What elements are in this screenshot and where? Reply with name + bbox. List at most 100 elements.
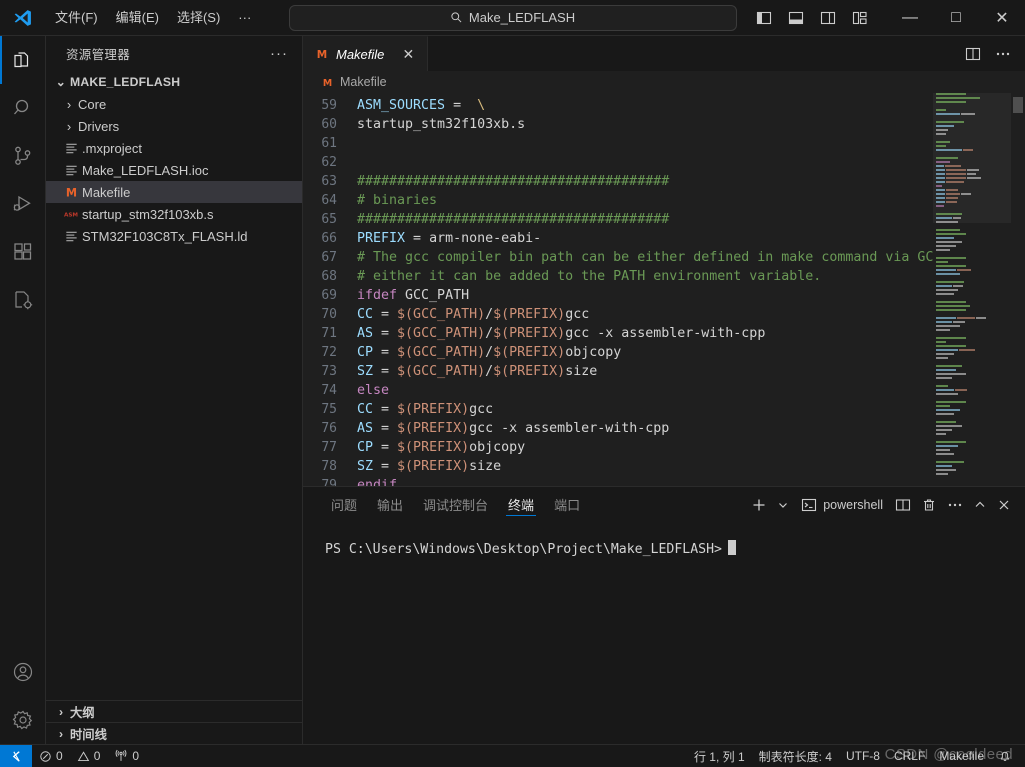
code-line[interactable]: 59 ASM_SOURCES = \	[303, 96, 1025, 115]
tree-item-label: Drivers	[78, 118, 120, 134]
cursor-position[interactable]: 行 1, 列 1	[687, 745, 752, 767]
code-line[interactable]: 63 ######################################…	[303, 172, 1025, 191]
code-line[interactable]: 76 AS = $(PREFIX)gcc -x assembler-with-cp…	[303, 419, 1025, 438]
activity-item-manage[interactable]	[0, 696, 46, 744]
code-line[interactable]: 60 startup_stm32f103xb.s	[303, 115, 1025, 134]
new-terminal-button[interactable]	[747, 492, 771, 518]
tree-item-label: Makefile	[82, 184, 131, 200]
split-editor-icon[interactable]	[959, 40, 987, 68]
close-icon[interactable]: ✕	[399, 45, 417, 63]
timeline-section[interactable]: › 时间线	[46, 722, 302, 744]
indentation[interactable]: 制表符长度: 4	[752, 745, 839, 767]
split-terminal-icon[interactable]	[891, 492, 915, 518]
code-line[interactable]: 66 PREFIX = arm-none-eabi-	[303, 229, 1025, 248]
activity-item-cpp-config[interactable]	[0, 276, 46, 324]
menu-more[interactable]: ···	[229, 5, 260, 31]
activity-item-search[interactable]	[0, 84, 46, 132]
code-line[interactable]: 68 # either it can be added to the PATH e…	[303, 267, 1025, 286]
window-maximize-button[interactable]: □	[933, 0, 979, 36]
code-line[interactable]: 75 CC = $(PREFIX)gcc	[303, 400, 1025, 419]
tree-item-label: startup_stm32f103xb.s	[82, 206, 214, 222]
code-line[interactable]: 61	[303, 134, 1025, 153]
maximize-panel-icon[interactable]	[969, 492, 991, 518]
line-number: 72	[321, 345, 337, 360]
toggle-primary-sidebar-icon[interactable]	[749, 4, 779, 32]
code-line[interactable]: 72 CP = $(GCC_PATH)/$(PREFIX)objcopy	[303, 343, 1025, 362]
editor-tab-makefile[interactable]: M Makefile ✕	[303, 36, 429, 71]
line-number: 60	[321, 117, 337, 132]
menu-file[interactable]: 文件(F)	[46, 5, 107, 31]
activity-item-explorer[interactable]	[0, 36, 46, 84]
activity-item-source-control[interactable]	[0, 132, 46, 180]
encoding[interactable]: UTF-8	[839, 745, 887, 767]
tree-item-startup-asm[interactable]: ASM startup_stm32f103xb.s	[46, 203, 302, 225]
tab-debug-console[interactable]: 调试控制台	[413, 487, 498, 522]
status-bar-right: 行 1, 列 1 制表符长度: 4 UTF-8 CRLF Makefile	[687, 745, 1025, 767]
terminal-shell-selector[interactable]: powershell	[795, 492, 889, 518]
code-line[interactable]: 78 SZ = $(PREFIX)size	[303, 457, 1025, 476]
code-line[interactable]: 71 AS = $(GCC_PATH)/$(PREFIX)gcc -x assem…	[303, 324, 1025, 343]
makefile-icon: M	[60, 185, 82, 200]
code-line-text: #######################################	[357, 212, 670, 227]
kill-terminal-icon[interactable]	[917, 492, 941, 518]
ports-count[interactable]: 0	[107, 745, 146, 767]
code-line-text: CP = $(PREFIX)objcopy	[357, 440, 526, 455]
activity-item-accounts[interactable]	[0, 648, 46, 696]
code-line[interactable]: 67 # The gcc compiler bin path can be eit…	[303, 248, 1025, 267]
tree-item-ioc[interactable]: Make_LEDFLASH.ioc	[46, 159, 302, 181]
window-minimize-button[interactable]: —	[887, 0, 933, 36]
remote-indicator-icon[interactable]	[0, 744, 32, 767]
sidebar-title: 资源管理器	[66, 48, 131, 62]
tree-item-mxproject[interactable]: .mxproject	[46, 137, 302, 159]
tab-output[interactable]: 输出	[367, 487, 413, 522]
tree-root-folder[interactable]: ⌄ MAKE_LEDFLASH	[46, 71, 302, 93]
code-line[interactable]: 64 # binaries	[303, 191, 1025, 210]
warning-count[interactable]: 0	[70, 745, 108, 767]
code-line-text: AS = $(GCC_PATH)/$(PREFIX)gcc -x assembl…	[357, 326, 766, 341]
menu-selection[interactable]: 选择(S)	[168, 5, 229, 31]
menu-edit[interactable]: 编辑(E)	[107, 5, 168, 31]
panel-more-actions-icon[interactable]	[943, 492, 967, 518]
chevron-right-icon: ›	[66, 118, 72, 134]
code-line[interactable]: 77 CP = $(PREFIX)objcopy	[303, 438, 1025, 457]
window-close-button[interactable]: ✕	[979, 0, 1025, 36]
code-content[interactable]: 59 ASM_SOURCES = \ 60 startup_stm32f103xb.s…	[303, 93, 1025, 486]
code-line-text: #######################################	[357, 174, 670, 189]
tree-item-core[interactable]: › Core	[46, 93, 302, 115]
outline-section[interactable]: › 大纲	[46, 700, 302, 722]
activity-item-run-and-debug[interactable]	[0, 180, 46, 228]
toggle-secondary-sidebar-icon[interactable]	[813, 4, 843, 32]
toggle-panel-icon[interactable]	[781, 4, 811, 32]
error-count[interactable]: 0	[32, 745, 70, 767]
more-actions-icon[interactable]	[989, 40, 1017, 68]
code-line[interactable]: 73 SZ = $(GCC_PATH)/$(PREFIX)size	[303, 362, 1025, 381]
editor-vertical-scrollbar[interactable]	[1011, 93, 1025, 486]
terminal-output[interactable]: PS C:\Users\Windows\Desktop\Project\Make…	[303, 522, 1025, 744]
notifications[interactable]	[991, 745, 1019, 767]
tab-problems[interactable]: 问题	[321, 487, 367, 522]
scrollbar-thumb[interactable]	[1013, 97, 1023, 113]
tree-item-drivers[interactable]: › Drivers	[46, 115, 302, 137]
code-editor[interactable]: 59 ASM_SOURCES = \ 60 startup_stm32f103xb.s…	[303, 93, 1025, 486]
code-line[interactable]: 74 else	[303, 381, 1025, 400]
close-panel-icon[interactable]	[993, 492, 1015, 518]
line-number: 64	[321, 193, 337, 208]
eol[interactable]: CRLF	[887, 745, 932, 767]
sidebar-more-actions-icon[interactable]: ···	[264, 45, 294, 62]
command-center[interactable]: Make_LEDFLASH	[288, 4, 737, 31]
code-line[interactable]: 70 CC = $(GCC_PATH)/$(PREFIX)gcc	[303, 305, 1025, 324]
activity-item-extensions[interactable]	[0, 228, 46, 276]
code-scroll-area[interactable]: 59 ASM_SOURCES = \ 60 startup_stm32f103xb.s…	[303, 93, 1025, 486]
code-line[interactable]: 65 ######################################…	[303, 210, 1025, 229]
breadcrumb-label[interactable]: Makefile	[340, 75, 387, 89]
tab-ports[interactable]: 端口	[544, 487, 590, 522]
code-line[interactable]: 79 endif	[303, 476, 1025, 486]
new-terminal-dropdown-icon[interactable]	[773, 492, 793, 518]
code-line[interactable]: 69 ifdef GCC_PATH	[303, 286, 1025, 305]
language-mode[interactable]: Makefile	[932, 745, 991, 767]
tab-terminal[interactable]: 终端	[498, 487, 544, 522]
customize-layout-icon[interactable]	[845, 4, 875, 32]
tree-item-makefile[interactable]: M Makefile	[46, 181, 302, 203]
code-line[interactable]: 62	[303, 153, 1025, 172]
tree-item-linker-script[interactable]: STM32F103C8Tx_FLASH.ld	[46, 225, 302, 247]
